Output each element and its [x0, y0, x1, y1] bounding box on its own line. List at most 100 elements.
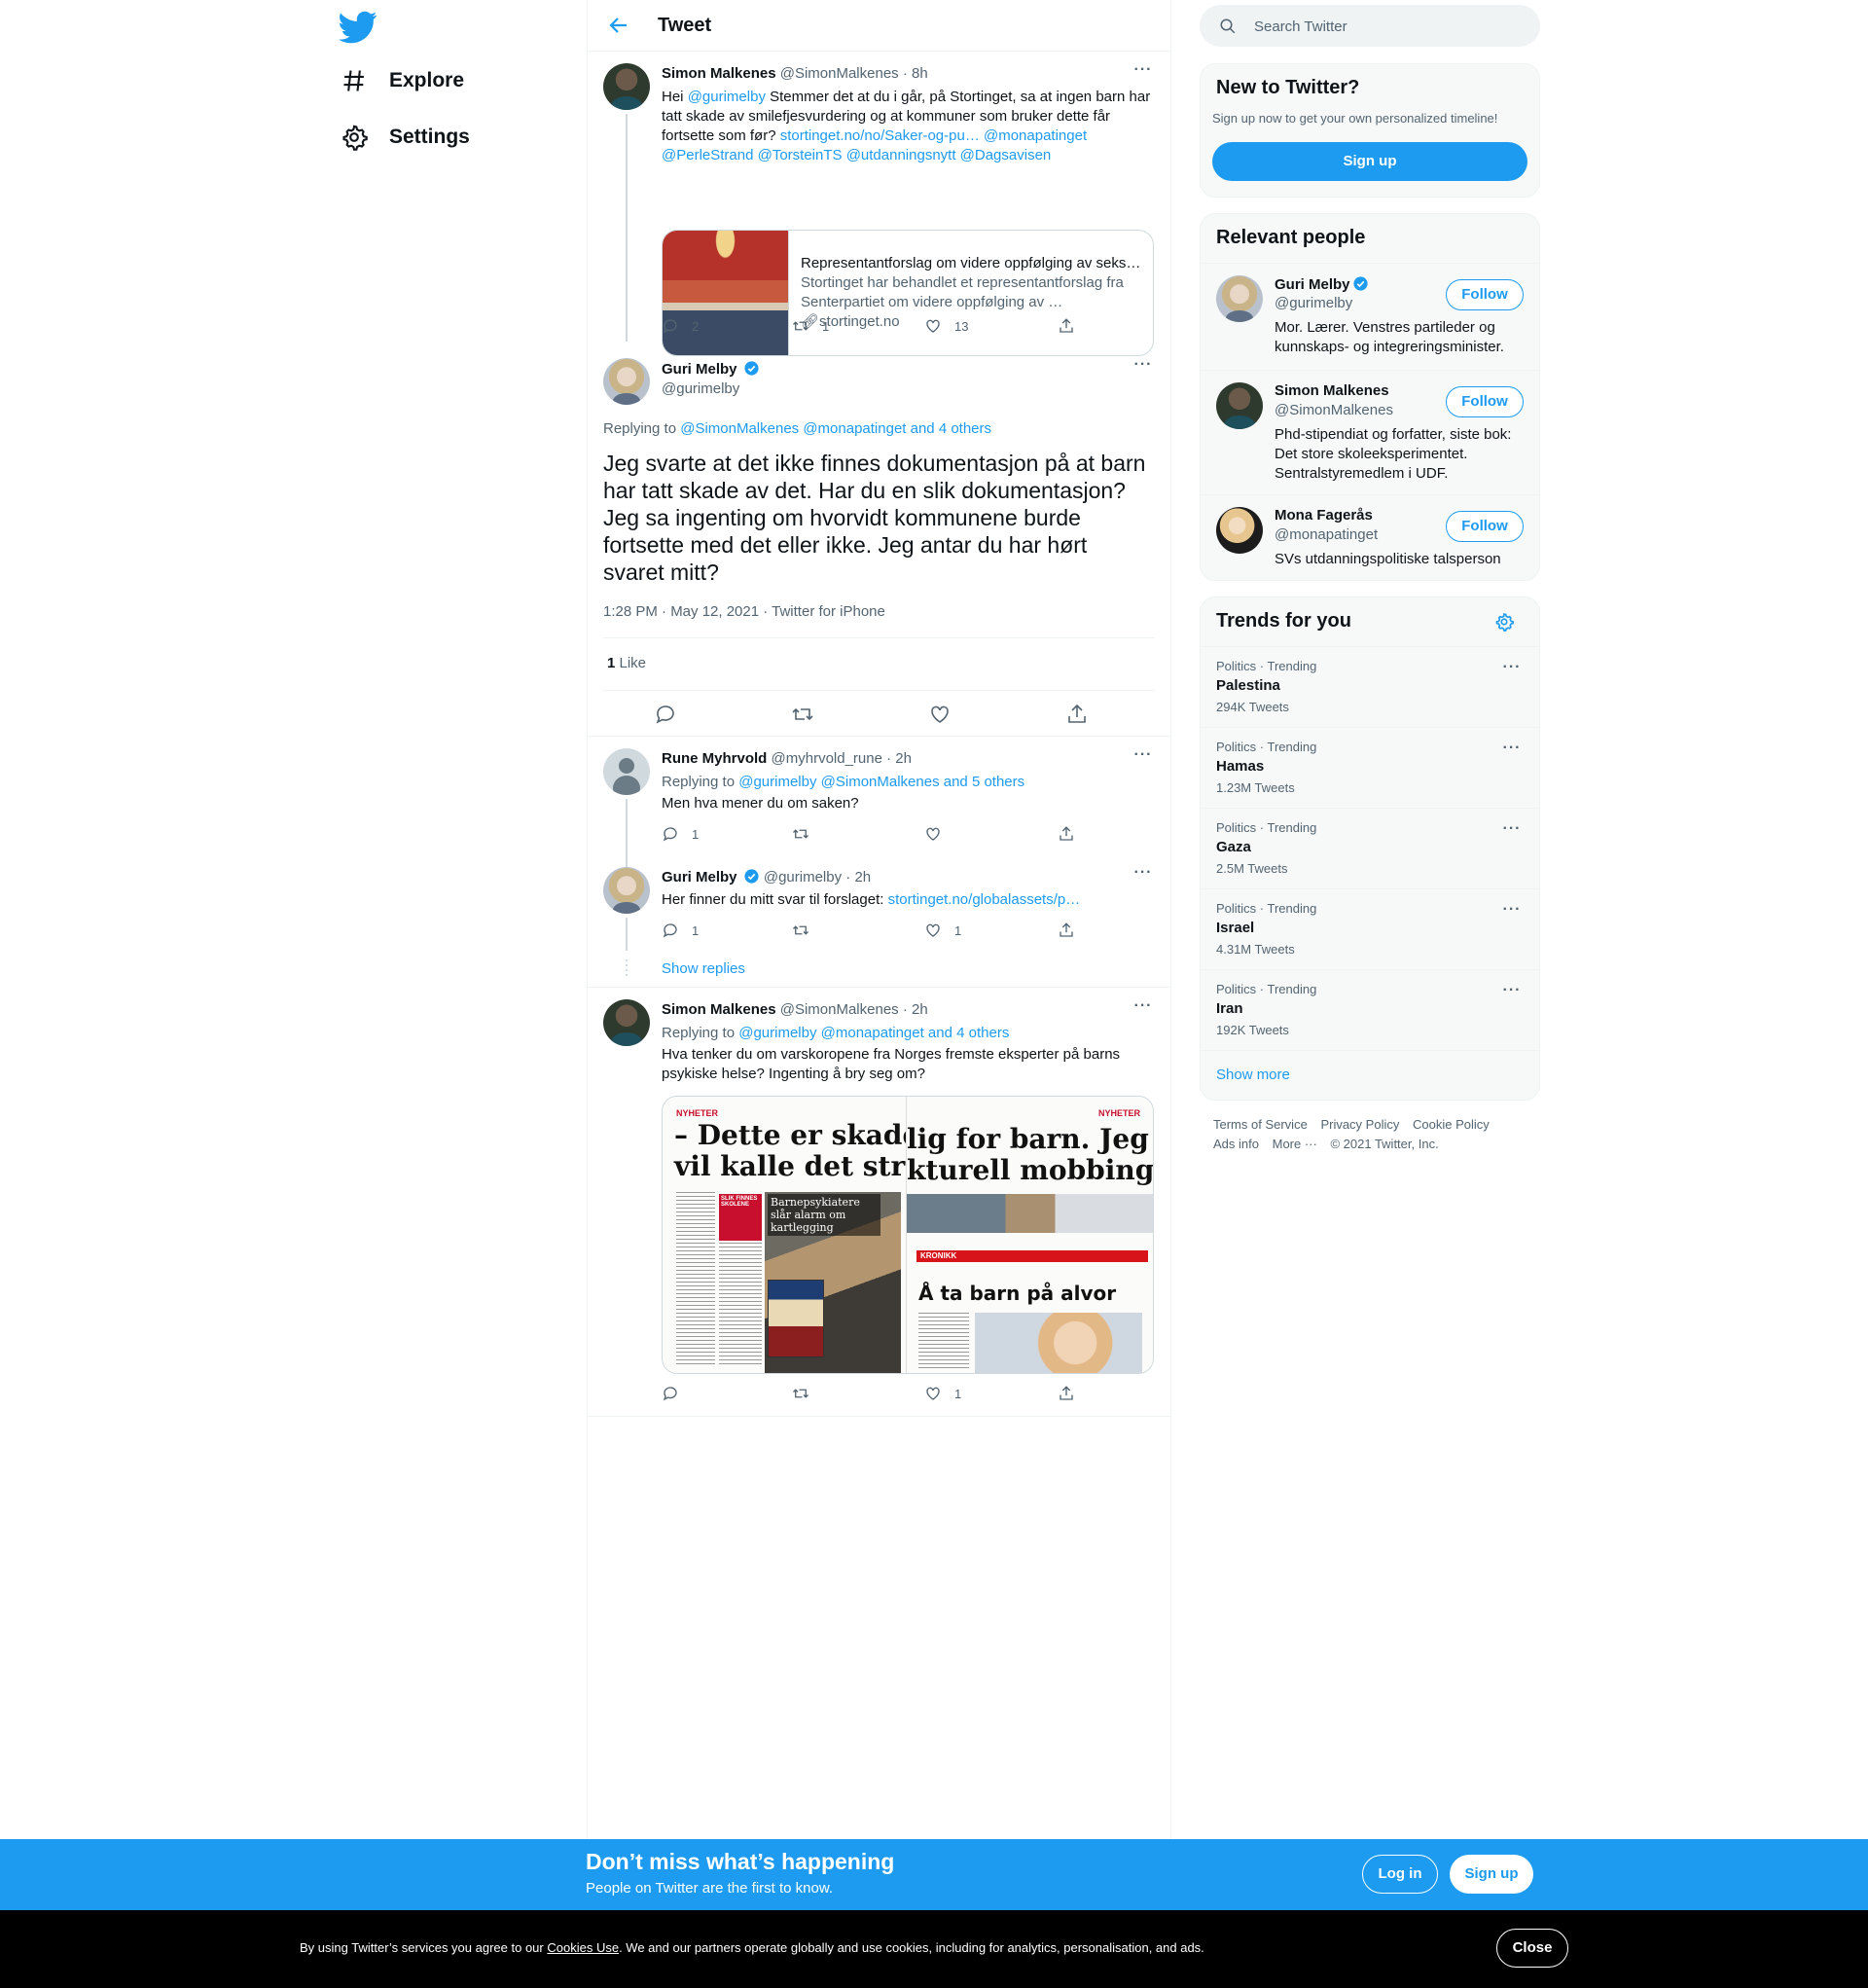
avatar[interactable]: [1216, 507, 1263, 554]
retweet-button[interactable]: 1: [792, 317, 829, 335]
person-row[interactable]: Guri Melby @gurimelby Mor. Lærer. Venstr…: [1201, 263, 1539, 371]
author-handle[interactable]: @SimonMalkenes: [780, 65, 899, 82]
more-icon[interactable]: ···: [1500, 821, 1524, 842]
trend-item[interactable]: Politics · Trending Gaza 2.5M Tweets ···: [1201, 808, 1539, 888]
author-handle[interactable]: @SimonMalkenes: [780, 1001, 899, 1018]
like-button[interactable]: [924, 825, 954, 843]
gear-icon[interactable]: [1494, 612, 1514, 632]
avatar[interactable]: [603, 999, 650, 1046]
share-icon[interactable]: [1065, 703, 1089, 726]
reply-button[interactable]: [662, 1385, 692, 1402]
twitter-logo-icon[interactable]: [339, 8, 377, 47]
reply-button[interactable]: 1: [662, 922, 699, 939]
share-button[interactable]: [1058, 825, 1088, 843]
share-button[interactable]: [1058, 317, 1088, 335]
heart-icon[interactable]: [928, 703, 952, 726]
follow-button[interactable]: Follow: [1446, 279, 1524, 310]
close-button[interactable]: Close: [1496, 1929, 1568, 1968]
sign-up-button[interactable]: Sign up: [1450, 1855, 1533, 1894]
url-link[interactable]: stortinget.no/no/Saker-og-pu…: [780, 127, 980, 144]
avatar[interactable]: [603, 748, 650, 795]
avatar[interactable]: [1216, 382, 1263, 429]
reply-button[interactable]: 1: [662, 825, 699, 843]
author-name[interactable]: Simon Malkenes: [662, 1001, 776, 1018]
author-handle[interactable]: @myhrvold_rune: [772, 750, 882, 767]
tweet-image[interactable]: NYHETER – Dette er skade vil kalle det s…: [662, 1096, 1154, 1374]
relevant-people-box: Relevant people Guri Melby @gurimelby Mo…: [1200, 213, 1540, 581]
more-icon[interactable]: ···: [1132, 747, 1155, 768]
follow-button[interactable]: Follow: [1446, 386, 1524, 417]
avatar[interactable]: [603, 358, 650, 405]
more-icon[interactable]: ···: [1500, 741, 1524, 761]
log-in-button[interactable]: Log in: [1362, 1855, 1438, 1894]
search-input[interactable]: [1252, 5, 1528, 49]
author-name[interactable]: Rune Myhrvold: [662, 750, 767, 767]
avatar[interactable]: [1216, 275, 1263, 322]
tweet-time[interactable]: · 2h: [903, 1001, 928, 1018]
reply-tweet[interactable]: Rune Myhrvold @myhrvold_rune · 2h ··· Re…: [588, 737, 1170, 867]
retweet-button[interactable]: [792, 922, 822, 939]
person-row[interactable]: Simon Malkenes @SimonMalkenes Phd-stipen…: [1201, 370, 1539, 495]
nav-settings[interactable]: Settings: [341, 114, 470, 161]
retweet-icon[interactable]: [791, 703, 814, 726]
avatar[interactable]: [603, 63, 650, 110]
newspaper-page-right: NYHETER lig for barn. Jeg kturell mobbin…: [906, 1097, 1153, 1373]
retweet-button[interactable]: [792, 1385, 822, 1402]
nav-explore[interactable]: Explore: [341, 57, 464, 104]
more-icon[interactable]: ···: [1500, 902, 1524, 922]
author-name[interactable]: Guri Melby: [662, 361, 737, 378]
cookies-use-link[interactable]: Cookies Use: [547, 1940, 619, 1955]
like-button[interactable]: 1: [924, 922, 961, 939]
more-link[interactable]: More ···: [1273, 1137, 1317, 1151]
replying-to-links[interactable]: @gurimelby @monapatinget and 4 others: [738, 1025, 1009, 1041]
author-name[interactable]: Guri Melby: [662, 869, 737, 886]
link-card[interactable]: Representantforslag om videre oppfølging…: [662, 230, 1154, 356]
more-icon[interactable]: ···: [1132, 62, 1155, 83]
like-button[interactable]: 13: [924, 317, 968, 335]
show-replies-link[interactable]: Show replies: [662, 960, 745, 977]
tweet-time[interactable]: · 2h: [886, 750, 912, 767]
cookie-link[interactable]: Cookie Policy: [1413, 1117, 1490, 1132]
trend-item[interactable]: Politics · Trending Hamas 1.23M Tweets ·…: [1201, 727, 1539, 808]
trend-item[interactable]: Politics · Trending Iran 192K Tweets ···: [1201, 969, 1539, 1050]
more-icon[interactable]: ···: [1500, 983, 1524, 1003]
show-more-link[interactable]: Show more: [1201, 1050, 1539, 1100]
cookie-text-part: By using Twitter’s services you agree to…: [300, 1940, 548, 1955]
more-icon[interactable]: ···: [1132, 998, 1155, 1019]
trend-item[interactable]: Politics · Trending Palestina 294K Tweet…: [1201, 646, 1539, 727]
likes-link[interactable]: 1 Like: [607, 655, 646, 671]
sign-up-button[interactable]: Sign up: [1212, 142, 1527, 181]
person-row[interactable]: Mona Fagerås @monapatinget SVs utdanning…: [1201, 494, 1539, 580]
newspaper-column: [719, 1243, 762, 1367]
tweet-time[interactable]: · 8h: [903, 65, 928, 82]
back-arrow-icon[interactable]: [607, 14, 630, 37]
reply-button[interactable]: 2: [662, 317, 699, 335]
tweet-time[interactable]: · 2h: [845, 869, 871, 886]
reply-icon[interactable]: [654, 703, 677, 726]
trend-item[interactable]: Politics · Trending Israel 4.31M Tweets …: [1201, 888, 1539, 969]
terms-link[interactable]: Terms of Service: [1213, 1117, 1308, 1132]
more-icon[interactable]: ···: [1132, 357, 1155, 378]
author-handle[interactable]: @gurimelby: [764, 869, 842, 886]
mention-link[interactable]: @gurimelby: [688, 89, 766, 105]
ads-info-link[interactable]: Ads info: [1213, 1137, 1259, 1151]
more-icon[interactable]: ···: [1500, 660, 1524, 680]
author-name[interactable]: Simon Malkenes: [662, 65, 776, 82]
share-icon: [1060, 826, 1073, 841]
avatar[interactable]: [603, 867, 650, 914]
tweet-timestamp[interactable]: 1:28 PM · May 12, 2021 · Twitter for iPh…: [603, 603, 885, 620]
follow-button[interactable]: Follow: [1446, 511, 1524, 542]
replying-to-links[interactable]: @gurimelby @SimonMalkenes and 5 others: [738, 774, 1024, 790]
more-icon[interactable]: ···: [1132, 865, 1155, 886]
parent-tweet[interactable]: Simon Malkenes @SimonMalkenes · 8h ··· H…: [588, 52, 1170, 356]
reply-tweet[interactable]: Guri Melby @gurimelby · 2h ··· Her finne…: [588, 853, 1170, 951]
like-button[interactable]: 1: [924, 1385, 961, 1402]
nav-explore-label: Explore: [389, 69, 465, 91]
share-button[interactable]: [1058, 922, 1088, 939]
retweet-button[interactable]: [792, 825, 822, 843]
author-handle[interactable]: @gurimelby: [662, 380, 739, 397]
replying-to-links[interactable]: @SimonMalkenes @monapatinget and 4 other…: [680, 420, 991, 437]
url-link[interactable]: stortinget.no/globalassets/p…: [888, 891, 1081, 908]
share-button[interactable]: [1058, 1385, 1088, 1402]
privacy-link[interactable]: Privacy Policy: [1320, 1117, 1399, 1132]
